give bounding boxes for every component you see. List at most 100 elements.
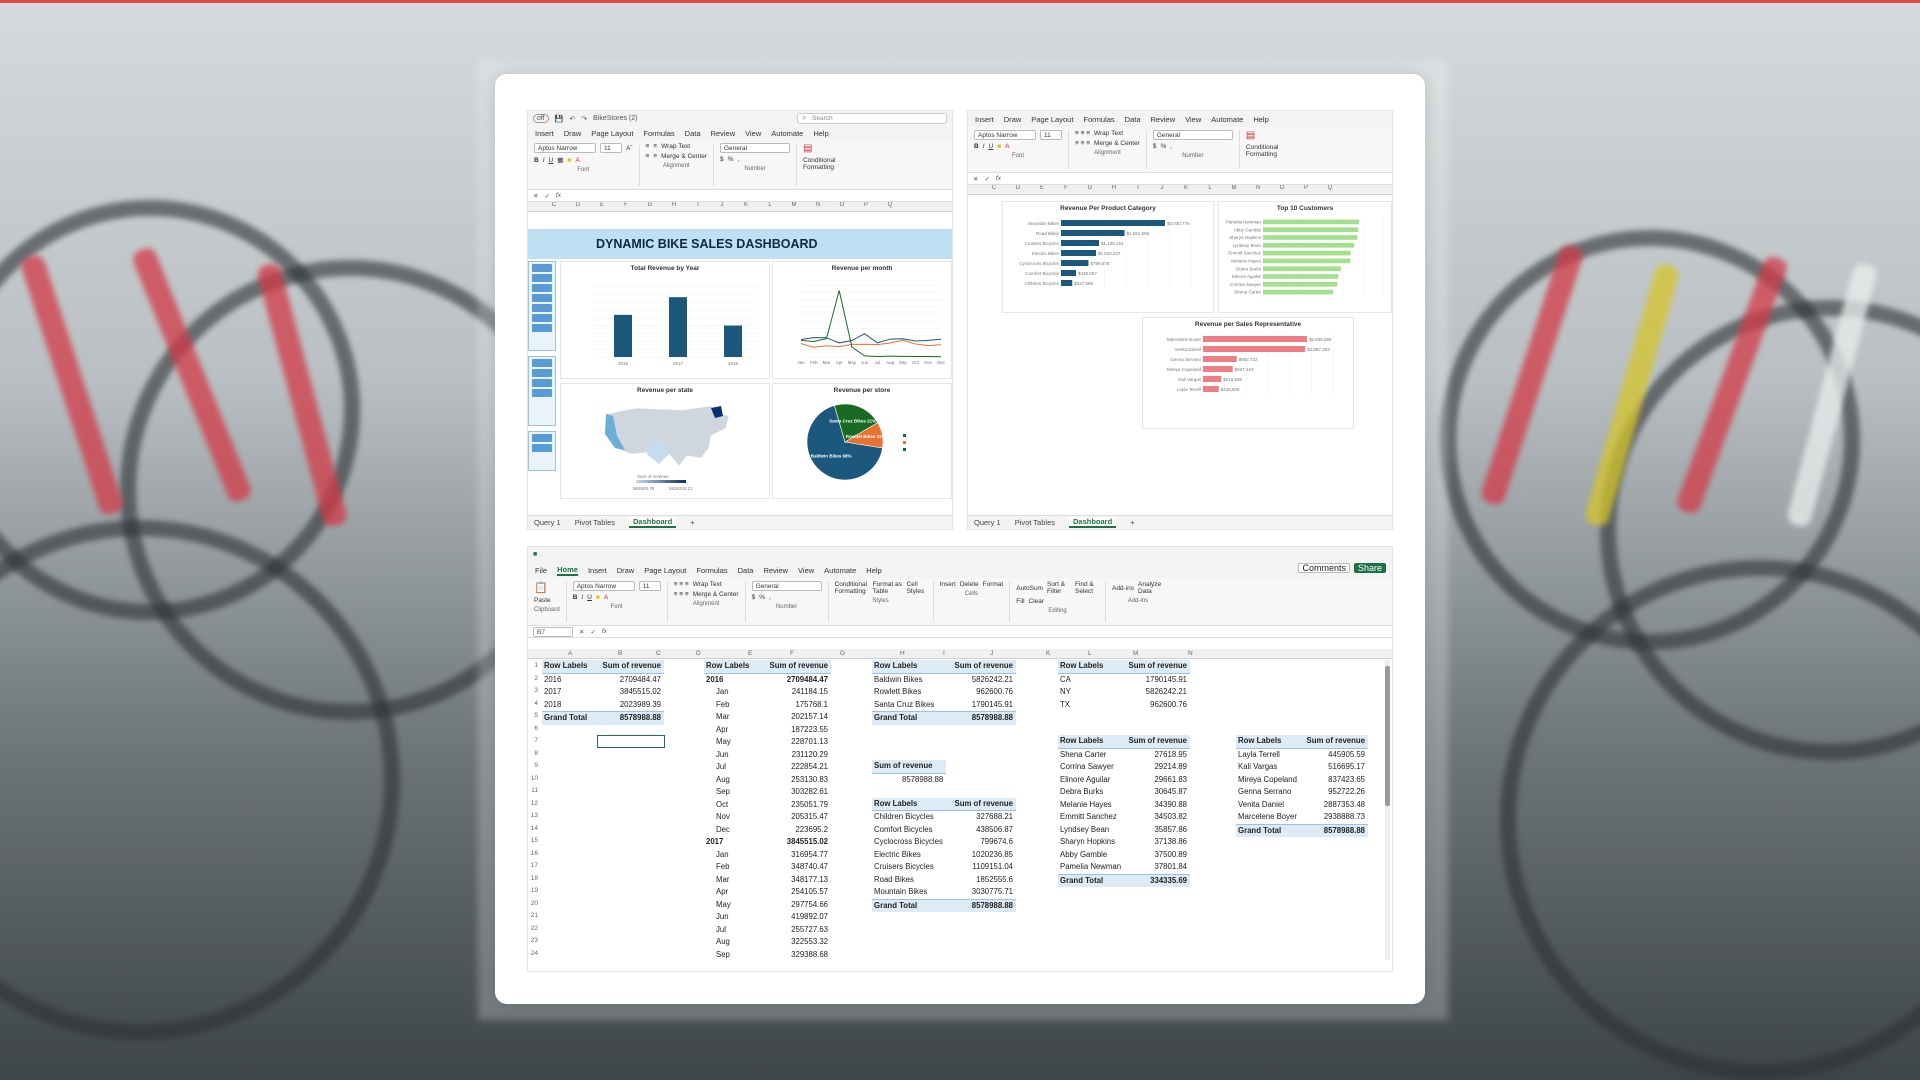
- bar[interactable]: [1263, 289, 1334, 295]
- revenue-per-category-chart[interactable]: Revenue Per Product Category Mountain Bi…: [1002, 201, 1214, 313]
- bar[interactable]: [1263, 250, 1351, 256]
- italic-icon[interactable]: I: [983, 143, 985, 150]
- bar[interactable]: [1203, 336, 1307, 342]
- font-name-select[interactable]: Aptos Narrow: [974, 130, 1036, 140]
- ribbon-tab[interactable]: Automate: [824, 566, 856, 575]
- column-header[interactable]: H: [662, 202, 686, 211]
- ribbon-tab[interactable]: Page Layout: [591, 129, 633, 138]
- column-header[interactable]: N: [806, 202, 830, 211]
- active-cell[interactable]: [597, 735, 665, 748]
- font-color-icon[interactable]: A: [1005, 143, 1009, 150]
- percent-icon[interactable]: %: [728, 156, 734, 163]
- pivot-revenue-by-year[interactable]: Row Labels Sum of revenue 2016 2709484.47 20…: [542, 660, 664, 725]
- ribbon-tab[interactable]: Insert: [535, 129, 554, 138]
- bar[interactable]: [1061, 250, 1097, 256]
- bar[interactable]: [1263, 219, 1359, 225]
- column-header[interactable]: I: [943, 650, 945, 657]
- pivot-revenue-by-rep[interactable]: Row Labels Sum of revenue Layla Terrell 445…: [1236, 735, 1368, 837]
- bar[interactable]: [724, 325, 742, 357]
- enter-icon[interactable]: ✓: [544, 192, 549, 200]
- ribbon-tab[interactable]: Draw: [1004, 115, 1022, 124]
- italic-icon[interactable]: I: [581, 594, 583, 601]
- currency-icon[interactable]: $: [1153, 143, 1157, 150]
- row-number[interactable]: 5: [528, 710, 538, 723]
- row-number[interactable]: 12: [528, 798, 538, 811]
- series-line[interactable]: [800, 333, 942, 344]
- align-icon[interactable]: ≡ ≡ ≡: [674, 591, 689, 598]
- row-labels-header[interactable]: Row Labels: [1058, 660, 1126, 673]
- comma-icon[interactable]: ,: [737, 156, 739, 163]
- format-cells-button[interactable]: Format: [983, 581, 1004, 588]
- conditional-formatting-icon[interactable]: ▤: [803, 143, 843, 154]
- ribbon-tab[interactable]: Formulas: [643, 129, 674, 138]
- ribbon-tab[interactable]: Automate: [1211, 115, 1243, 124]
- bold-icon[interactable]: B: [974, 143, 979, 150]
- column-header[interactable]: O: [1270, 185, 1294, 194]
- row-number[interactable]: 18: [528, 873, 538, 886]
- column-header[interactable]: B: [618, 650, 622, 657]
- column-header[interactable]: N: [1188, 650, 1193, 657]
- row-labels-header[interactable]: Row Labels: [872, 660, 946, 673]
- row-number[interactable]: 3: [528, 685, 538, 698]
- column-header[interactable]: G: [840, 650, 845, 657]
- column-header[interactable]: J: [990, 650, 993, 657]
- sheet-tab[interactable]: Pivot Tables: [1015, 518, 1055, 527]
- store-slicer[interactable]: [528, 356, 556, 426]
- comma-icon[interactable]: ,: [769, 594, 771, 601]
- row-number[interactable]: 19: [528, 885, 538, 898]
- column-header[interactable]: H: [1102, 185, 1126, 194]
- ribbon-tab[interactable]: Draw: [564, 129, 582, 138]
- column-header[interactable]: M: [1222, 185, 1246, 194]
- row-number[interactable]: 21: [528, 910, 538, 923]
- sheet-tab[interactable]: Query 1: [534, 518, 561, 527]
- search-box[interactable]: Search: [797, 113, 947, 124]
- find-select-button[interactable]: Find & Select: [1075, 581, 1099, 595]
- font-name-select[interactable]: Aptos Narrow: [572, 581, 635, 591]
- row-number[interactable]: 20: [528, 898, 538, 911]
- fill-button[interactable]: Fill: [1016, 598, 1024, 605]
- paste-icon[interactable]: 📋: [534, 581, 548, 594]
- cell-styles-button[interactable]: Cell Styles: [907, 581, 927, 595]
- number-format-select[interactable]: General: [1152, 130, 1233, 140]
- bar[interactable]: [669, 297, 687, 357]
- ribbon-tab[interactable]: View: [798, 566, 814, 575]
- enter-icon[interactable]: ✓: [590, 628, 595, 636]
- column-header[interactable]: C: [542, 202, 566, 211]
- row-number[interactable]: 17: [528, 860, 538, 873]
- ribbon-tab[interactable]: Help: [813, 129, 828, 138]
- currency-icon[interactable]: $: [720, 156, 724, 163]
- column-header[interactable]: H: [900, 650, 905, 657]
- column-header[interactable]: O: [830, 202, 854, 211]
- row-number[interactable]: 10: [528, 773, 538, 786]
- bar[interactable]: [614, 314, 632, 357]
- ribbon-tab[interactable]: View: [1185, 115, 1201, 124]
- merge-center-button[interactable]: Merge & Center: [1094, 140, 1140, 147]
- share-button[interactable]: Share: [1353, 563, 1386, 573]
- row-number[interactable]: 15: [528, 835, 538, 848]
- bar[interactable]: [1263, 266, 1341, 272]
- bar[interactable]: [1263, 281, 1338, 287]
- sheet-tab[interactable]: Pivot Tables: [575, 518, 615, 527]
- column-header[interactable]: A: [568, 650, 572, 657]
- addins-button[interactable]: Add-ins: [1112, 585, 1134, 592]
- percent-icon[interactable]: %: [759, 594, 765, 601]
- align-icon[interactable]: ≡ ≡ ≡: [674, 581, 689, 588]
- top-customers-chart[interactable]: Top 10 Customers Pamelia Newman Abby Gamb…: [1218, 201, 1392, 313]
- column-header[interactable]: D: [696, 650, 701, 657]
- ribbon-tab[interactable]: Page Layout: [644, 566, 686, 575]
- font-color-icon[interactable]: A: [604, 594, 608, 601]
- font-name-select[interactable]: Aptos Narrow: [534, 143, 596, 153]
- revenue-per-store-chart[interactable]: Revenue per store Baldwin Bikes 68% Santa…: [772, 383, 952, 499]
- ribbon-tab[interactable]: Help: [1253, 115, 1268, 124]
- column-header[interactable]: P: [854, 202, 878, 211]
- italic-icon[interactable]: I: [543, 157, 545, 164]
- row-number[interactable]: 2: [528, 673, 538, 686]
- underline-icon[interactable]: U: [587, 594, 592, 601]
- ribbon-tab[interactable]: Home: [557, 565, 578, 576]
- merge-center-button[interactable]: Merge & Center: [661, 153, 707, 160]
- column-header[interactable]: E: [590, 202, 614, 211]
- row-number[interactable]: 11: [528, 785, 538, 798]
- align-center-icon[interactable]: ≡: [653, 153, 657, 160]
- column-header[interactable]: M: [1133, 650, 1138, 657]
- column-header[interactable]: G: [1078, 185, 1102, 194]
